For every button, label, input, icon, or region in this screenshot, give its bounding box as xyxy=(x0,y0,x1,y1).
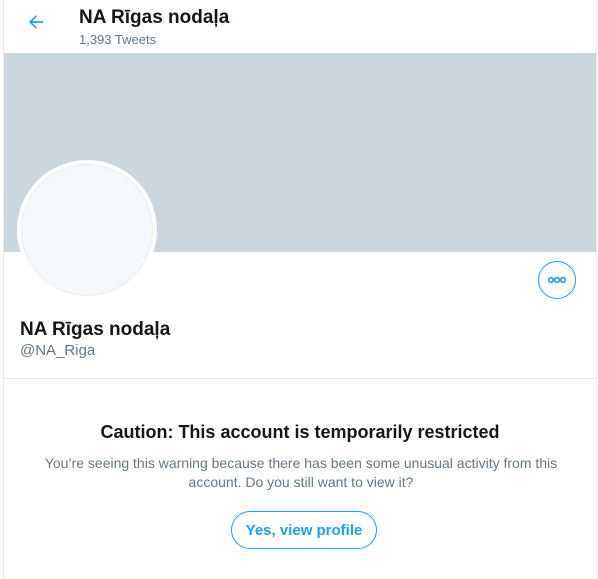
display-name: NA Rīgas nodaļa xyxy=(20,319,171,340)
tweet-count: 1,393 Tweets xyxy=(79,32,157,47)
caution-message: You’re seeing this warning because there… xyxy=(44,455,558,490)
header-title: NA Rīgas nodaļa xyxy=(79,7,230,28)
user-handle: @NA_Riga xyxy=(20,342,96,359)
more-button[interactable] xyxy=(538,261,576,299)
arrow-left-icon xyxy=(26,12,46,37)
view-profile-button[interactable]: Yes, view profile xyxy=(231,511,377,549)
more-horizontal-icon xyxy=(547,271,567,289)
profile-column: NA Rīgas nodaļa 1,393 Tweets NA Rīgas no… xyxy=(3,0,597,579)
caution-title: Caution: This account is temporarily res… xyxy=(100,422,500,442)
avatar[interactable] xyxy=(17,160,157,300)
profile-header: NA Rīgas nodaļa 1,393 Tweets xyxy=(4,0,596,53)
avatar-placeholder xyxy=(21,164,153,296)
back-button[interactable] xyxy=(20,8,52,40)
divider xyxy=(4,378,596,379)
